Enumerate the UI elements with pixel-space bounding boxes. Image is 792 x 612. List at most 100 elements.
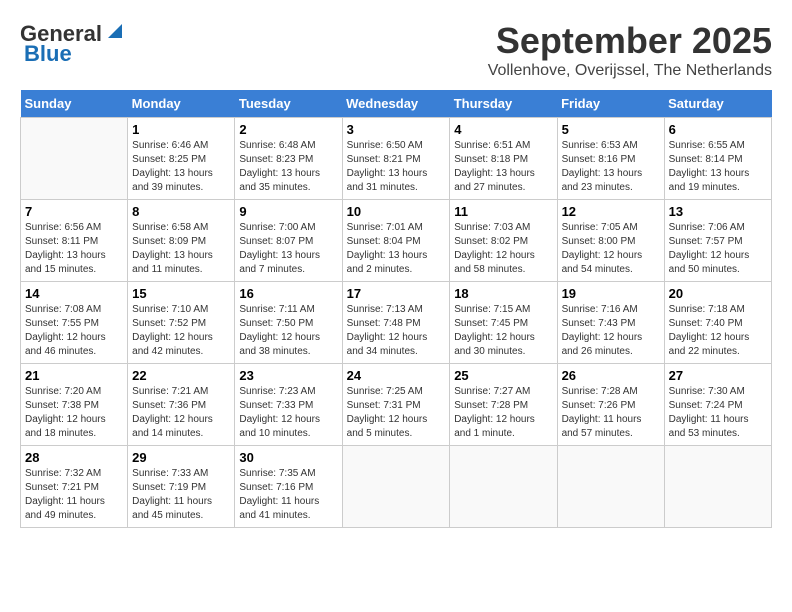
day-number: 9: [239, 204, 337, 219]
calendar-table: Sunday Monday Tuesday Wednesday Thursday…: [20, 90, 772, 528]
calendar-cell-w3-d1: 14 Sunrise: 7:08 AMSunset: 7:55 PMDayligh…: [21, 282, 128, 364]
col-friday: Friday: [557, 90, 664, 118]
calendar-cell-w3-d4: 17 Sunrise: 7:13 AMSunset: 7:48 PMDayligh…: [342, 282, 450, 364]
day-info: Sunrise: 7:08 AMSunset: 7:55 PMDaylight:…: [25, 303, 123, 359]
day-info: Sunrise: 6:46 AMSunset: 8:25 PMDaylight:…: [132, 139, 230, 195]
day-info: Sunrise: 6:58 AMSunset: 8:09 PMDaylight:…: [132, 221, 230, 277]
day-info: Sunrise: 6:48 AMSunset: 8:23 PMDaylight:…: [239, 139, 337, 195]
logo-arrow-icon: [104, 20, 126, 42]
calendar-cell-w1-d4: 3 Sunrise: 6:50 AMSunset: 8:21 PMDaylight…: [342, 118, 450, 200]
day-info: Sunrise: 6:56 AMSunset: 8:11 PMDaylight:…: [25, 221, 123, 277]
day-number: 12: [562, 204, 660, 219]
calendar-cell-w3-d2: 15 Sunrise: 7:10 AMSunset: 7:52 PMDayligh…: [128, 282, 235, 364]
day-info: Sunrise: 7:06 AMSunset: 7:57 PMDaylight:…: [669, 221, 767, 277]
day-info: Sunrise: 7:30 AMSunset: 7:24 PMDaylight:…: [669, 385, 767, 441]
day-number: 16: [239, 286, 337, 301]
page-header: General Blue September 2025 Vollenhove, …: [20, 20, 772, 80]
day-info: Sunrise: 7:15 AMSunset: 7:45 PMDaylight:…: [454, 303, 552, 359]
day-number: 4: [454, 122, 552, 137]
calendar-cell-w1-d1: [21, 118, 128, 200]
day-number: 24: [347, 368, 446, 383]
day-number: 6: [669, 122, 767, 137]
calendar-cell-w4-d3: 23 Sunrise: 7:23 AMSunset: 7:33 PMDayligh…: [235, 364, 342, 446]
calendar-week-1: 1 Sunrise: 6:46 AMSunset: 8:25 PMDaylight…: [21, 118, 772, 200]
col-thursday: Thursday: [450, 90, 557, 118]
calendar-cell-w4-d5: 25Sunrise: 7:27 AMSunset: 7:28 PMDayligh…: [450, 364, 557, 446]
calendar-cell-w2-d6: 12 Sunrise: 7:05 AMSunset: 8:00 PMDayligh…: [557, 200, 664, 282]
calendar-cell-w5-d6: [557, 446, 664, 528]
day-number: 23: [239, 368, 337, 383]
col-saturday: Saturday: [664, 90, 771, 118]
day-info: Sunrise: 6:51 AMSunset: 8:18 PMDaylight:…: [454, 139, 552, 195]
calendar-cell-w2-d2: 8 Sunrise: 6:58 AMSunset: 8:09 PMDaylight…: [128, 200, 235, 282]
location-subtitle: Vollenhove, Overijssel, The Netherlands: [488, 62, 772, 80]
day-number: 15: [132, 286, 230, 301]
day-number: 8: [132, 204, 230, 219]
calendar-cell-w3-d7: 20 Sunrise: 7:18 AMSunset: 7:40 PMDayligh…: [664, 282, 771, 364]
calendar-cell-w5-d3: 30Sunrise: 7:35 AMSunset: 7:16 PMDayligh…: [235, 446, 342, 528]
day-number: 2: [239, 122, 337, 137]
day-number: 29: [132, 450, 230, 465]
day-info: Sunrise: 7:20 AMSunset: 7:38 PMDaylight:…: [25, 385, 123, 441]
calendar-cell-w5-d1: 28 Sunrise: 7:32 AMSunset: 7:21 PMDayligh…: [21, 446, 128, 528]
day-number: 7: [25, 204, 123, 219]
day-number: 20: [669, 286, 767, 301]
day-info: Sunrise: 7:32 AMSunset: 7:21 PMDaylight:…: [25, 467, 123, 523]
calendar-cell-w1-d3: 2 Sunrise: 6:48 AMSunset: 8:23 PMDaylight…: [235, 118, 342, 200]
day-number: 10: [347, 204, 446, 219]
col-tuesday: Tuesday: [235, 90, 342, 118]
day-info: Sunrise: 7:13 AMSunset: 7:48 PMDaylight:…: [347, 303, 446, 359]
day-info: Sunrise: 7:21 AMSunset: 7:36 PMDaylight:…: [132, 385, 230, 441]
calendar-cell-w4-d1: 21 Sunrise: 7:20 AMSunset: 7:38 PMDayligh…: [21, 364, 128, 446]
day-number: 17: [347, 286, 446, 301]
day-number: 22: [132, 368, 230, 383]
day-number: 1: [132, 122, 230, 137]
month-title: September 2025: [488, 20, 772, 62]
calendar-week-3: 14 Sunrise: 7:08 AMSunset: 7:55 PMDayligh…: [21, 282, 772, 364]
col-sunday: Sunday: [21, 90, 128, 118]
day-info: Sunrise: 7:10 AMSunset: 7:52 PMDaylight:…: [132, 303, 230, 359]
calendar-cell-w5-d7: [664, 446, 771, 528]
title-block: September 2025 Vollenhove, Overijssel, T…: [488, 20, 772, 80]
day-info: Sunrise: 7:01 AMSunset: 8:04 PMDaylight:…: [347, 221, 446, 277]
day-number: 27: [669, 368, 767, 383]
calendar-cell-w4-d6: 26 Sunrise: 7:28 AMSunset: 7:26 PMDayligh…: [557, 364, 664, 446]
day-info: Sunrise: 7:11 AMSunset: 7:50 PMDaylight:…: [239, 303, 337, 359]
calendar-cell-w4-d2: 22 Sunrise: 7:21 AMSunset: 7:36 PMDayligh…: [128, 364, 235, 446]
day-number: 13: [669, 204, 767, 219]
day-number: 11: [454, 204, 552, 219]
calendar-cell-w2-d1: 7 Sunrise: 6:56 AMSunset: 8:11 PMDaylight…: [21, 200, 128, 282]
day-number: 28: [25, 450, 123, 465]
calendar-cell-w3-d5: 18Sunrise: 7:15 AMSunset: 7:45 PMDayligh…: [450, 282, 557, 364]
day-info: Sunrise: 6:50 AMSunset: 8:21 PMDaylight:…: [347, 139, 446, 195]
day-info: Sunrise: 7:18 AMSunset: 7:40 PMDaylight:…: [669, 303, 767, 359]
day-info: Sunrise: 6:53 AMSunset: 8:16 PMDaylight:…: [562, 139, 660, 195]
day-number: 26: [562, 368, 660, 383]
day-number: 25: [454, 368, 552, 383]
calendar-cell-w5-d4: [342, 446, 450, 528]
calendar-cell-w2-d3: 9Sunrise: 7:00 AMSunset: 8:07 PMDaylight…: [235, 200, 342, 282]
calendar-header-row: Sunday Monday Tuesday Wednesday Thursday…: [21, 90, 772, 118]
calendar-cell-w3-d3: 16 Sunrise: 7:11 AMSunset: 7:50 PMDayligh…: [235, 282, 342, 364]
day-number: 21: [25, 368, 123, 383]
calendar-cell-w2-d4: 10 Sunrise: 7:01 AMSunset: 8:04 PMDayligh…: [342, 200, 450, 282]
day-number: 14: [25, 286, 123, 301]
day-number: 3: [347, 122, 446, 137]
day-info: Sunrise: 7:05 AMSunset: 8:00 PMDaylight:…: [562, 221, 660, 277]
calendar-week-4: 21 Sunrise: 7:20 AMSunset: 7:38 PMDayligh…: [21, 364, 772, 446]
calendar-cell-w2-d7: 13 Sunrise: 7:06 AMSunset: 7:57 PMDayligh…: [664, 200, 771, 282]
logo: General Blue: [20, 20, 126, 67]
calendar-cell-w5-d5: [450, 446, 557, 528]
calendar-cell-w4-d7: 27 Sunrise: 7:30 AMSunset: 7:24 PMDayligh…: [664, 364, 771, 446]
calendar-cell-w1-d2: 1 Sunrise: 6:46 AMSunset: 8:25 PMDaylight…: [128, 118, 235, 200]
day-info: Sunrise: 7:28 AMSunset: 7:26 PMDaylight:…: [562, 385, 660, 441]
calendar-cell-w1-d7: 6Sunrise: 6:55 AMSunset: 8:14 PMDaylight…: [664, 118, 771, 200]
col-wednesday: Wednesday: [342, 90, 450, 118]
day-info: Sunrise: 7:23 AMSunset: 7:33 PMDaylight:…: [239, 385, 337, 441]
day-info: Sunrise: 7:33 AMSunset: 7:19 PMDaylight:…: [132, 467, 230, 523]
day-info: Sunrise: 7:03 AMSunset: 8:02 PMDaylight:…: [454, 221, 552, 277]
logo-blue-text: Blue: [24, 41, 72, 67]
day-number: 30: [239, 450, 337, 465]
calendar-cell-w3-d6: 19Sunrise: 7:16 AMSunset: 7:43 PMDayligh…: [557, 282, 664, 364]
col-monday: Monday: [128, 90, 235, 118]
